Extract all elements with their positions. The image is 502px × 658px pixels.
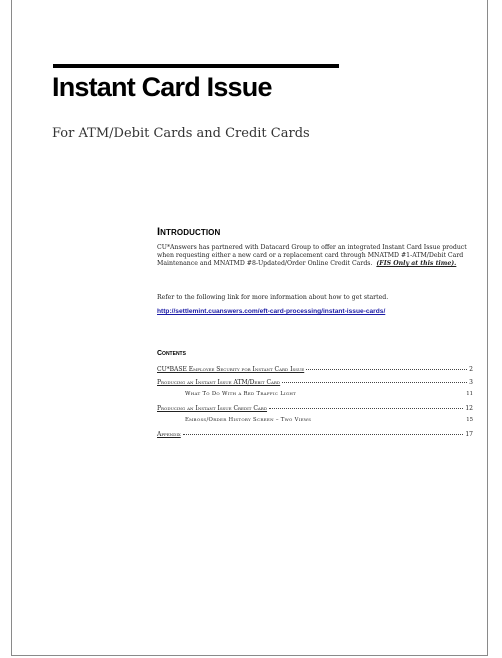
title-rule [53, 64, 339, 68]
toc-entry-label: CU*BASE Employee Security for Instant Ca… [157, 366, 305, 373]
toc-entry[interactable]: CU*BASE Employee Security for Instant Ca… [157, 366, 473, 379]
document-title: Instant Card Issue [52, 72, 272, 102]
toc-entry-label: Appendix [157, 430, 181, 438]
toc-entry-label: Emboss/Order History Screen – Two Views [185, 417, 312, 424]
toc-entry[interactable]: Appendix 17 [157, 431, 473, 444]
toc-entry-page: 12 [465, 404, 473, 412]
introduction-paragraph: CU*Answers has partnered with Datacard G… [157, 244, 473, 269]
toc-entry-page: 17 [465, 430, 473, 438]
toc-dot-leader [269, 407, 464, 409]
introduction-note: (FIS Only at this time). [376, 260, 457, 268]
toc-dot-leader [282, 381, 468, 383]
toc-entry-page: 3 [469, 378, 473, 386]
reference-text: Refer to the following link for more inf… [157, 294, 389, 301]
toc-dot-leader [306, 369, 468, 370]
toc-subentry[interactable]: Emboss/Order History Screen – Two Views … [157, 417, 473, 431]
table-of-contents: CU*BASE Employee Security for Instant Ca… [157, 366, 473, 444]
document-subtitle: For ATM/Debit Cards and Credit Cards [52, 126, 310, 141]
toc-entry-page: 11 [466, 391, 473, 398]
toc-subentry[interactable]: What To Do With a Red Traffic Light 11 [157, 391, 473, 405]
toc-entry-label: Producing an Instant Issue ATM/Debit Car… [157, 378, 281, 386]
contents-heading: Contents [157, 350, 186, 357]
toc-entry[interactable]: Producing an Instant Issue ATM/Debit Car… [157, 379, 473, 392]
toc-dot-leader [182, 433, 464, 435]
instant-issue-link[interactable]: http://settlemint.cuanswers.com/eft-card… [157, 307, 467, 316]
toc-entry[interactable]: Producing an Instant Issue Credit Card 1… [157, 405, 473, 418]
toc-entry-label: What To Do With a Red Traffic Light [185, 391, 297, 398]
toc-entry-label: Producing an Instant Issue Credit Card [157, 404, 268, 412]
toc-entry-page: 15 [466, 417, 473, 424]
introduction-heading: Introduction [157, 226, 221, 238]
toc-entry-page: 2 [469, 366, 473, 373]
